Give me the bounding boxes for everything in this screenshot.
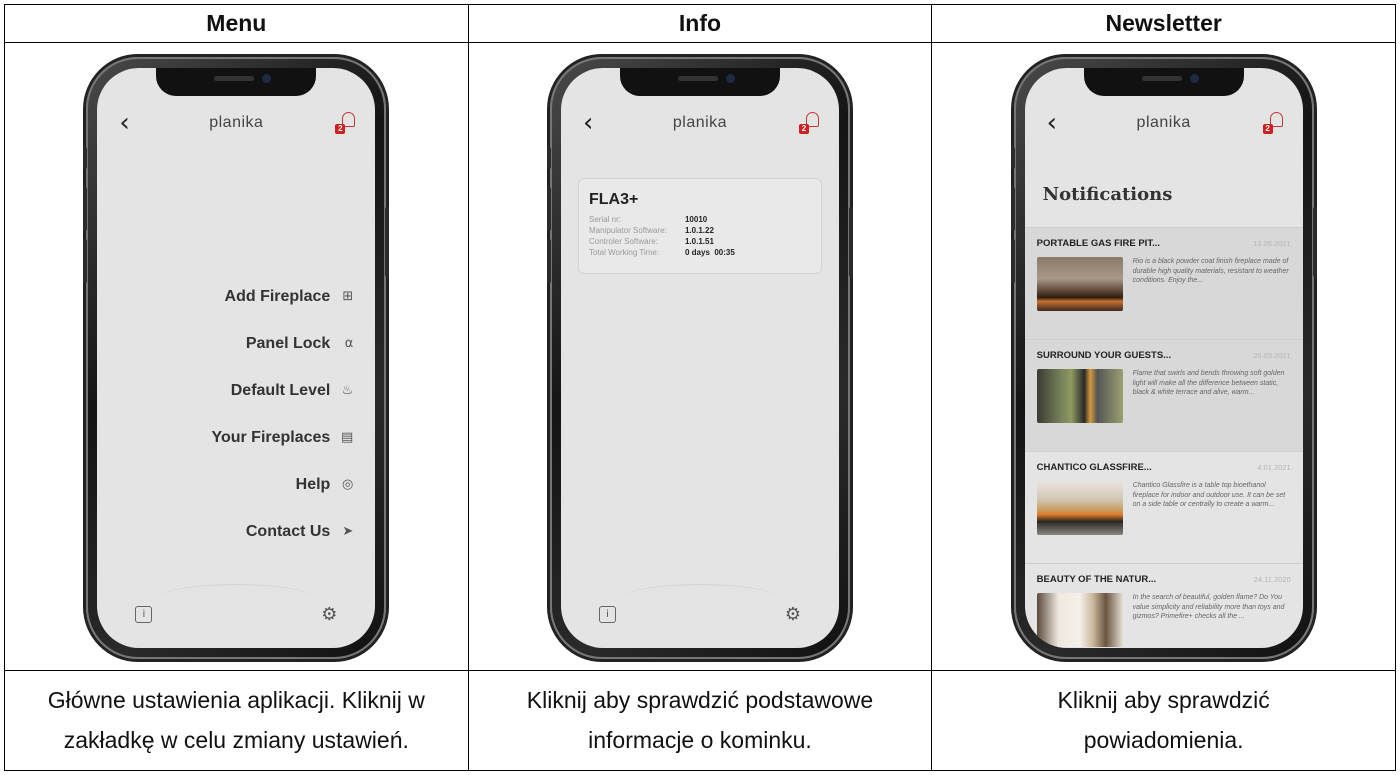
notification-title: SURROUND YOUR GUESTS... — [1036, 350, 1172, 362]
info-value: 0 days 00:35 — [684, 248, 735, 258]
notification-badge: 2 — [335, 124, 346, 135]
brand-logo: planika — [209, 114, 264, 132]
caption-line: Główne ustawienia aplikacji. Kliknij w — [47, 687, 425, 714]
notification-item[interactable]: SURROUND YOUR GUESTS... 20.03.2021 Flame … — [1024, 339, 1303, 452]
caption-info: Kliknij aby sprawdzić podstawowe informac… — [467, 669, 933, 772]
menu-item-label: Default Level — [230, 381, 331, 399]
fireplace-info-card: FLA3+ Serial nr: 10010 Manipulator Softwa… — [577, 178, 822, 275]
notification-date: 13.05.2021 — [1253, 239, 1291, 249]
brand-logo: planika — [1136, 114, 1191, 132]
bell-icon[interactable]: 2 — [335, 112, 356, 135]
notification-badge: 2 — [1262, 124, 1273, 135]
bell-icon[interactable]: 2 — [1262, 112, 1283, 135]
gear-icon[interactable]: ⚙ — [785, 604, 801, 625]
info-key: Controler Software: — [588, 237, 658, 247]
info-icon[interactable]: i — [135, 606, 153, 624]
flame-icon: ♨ — [341, 383, 354, 399]
menu-item-label: Your Fireplaces — [211, 428, 331, 446]
info-screenshot-cell: ‹ planika 2 FLA3+ Serial nr: 10010 Manipu… — [467, 42, 933, 671]
caption-line: powiadomienia. — [1083, 727, 1244, 754]
instructions-table: Menu Info Newsletter ‹ planika 2 Add Fir… — [4, 3, 1396, 772]
column-header-menu: Menu — [4, 3, 469, 44]
menu-item-help[interactable]: Help ◎ — [211, 461, 354, 508]
caption-line: Kliknij aby sprawdzić — [1057, 687, 1270, 714]
bottom-bar: i ⚙ — [97, 584, 375, 630]
info-row-controller: Controler Software: 1.0.1.51 — [589, 236, 811, 247]
caption-line: informacje o kominku. — [588, 727, 812, 754]
notification-date: 24.11.2020 — [1253, 575, 1291, 585]
menu-item-label: Add Fireplace — [224, 287, 331, 305]
top-bar: ‹ planika 2 — [1025, 110, 1303, 140]
notification-thumbnail — [1036, 593, 1123, 648]
notifications-title: Notifications — [1042, 184, 1173, 206]
menu-screen: ‹ planika 2 Add Fireplace ⊞ Panel Lock ⍺ D… — [97, 68, 376, 649]
gear-icon[interactable]: ⚙ — [321, 604, 337, 625]
caption-line: Kliknij aby sprawdzić podstawowe — [526, 687, 874, 714]
info-value: 1.0.1.51 — [684, 237, 714, 247]
info-row-serial: Serial nr: 10010 — [589, 214, 811, 225]
phone-frame: ‹ planika 2 Notifications PORTABLE GAS F… — [1010, 57, 1317, 660]
notification-excerpt: Chantico Glassfire is a table top bioeth… — [1132, 482, 1286, 509]
menu-item-add-fireplace[interactable]: Add Fireplace ⊞ — [211, 273, 354, 320]
info-value: 1.0.1.22 — [684, 226, 714, 236]
send-icon: ➤ — [342, 524, 354, 540]
info-screen: ‹ planika 2 FLA3+ Serial nr: 10010 Manipu… — [560, 68, 839, 649]
notification-thumbnail — [1036, 369, 1123, 424]
notification-item[interactable]: PORTABLE GAS FIRE PIT... 13.05.2021 Rio i… — [1024, 227, 1303, 340]
newsletter-screenshot-cell: ‹ planika 2 Notifications PORTABLE GAS F… — [931, 42, 1396, 671]
newsletter-screen: ‹ planika 2 Notifications PORTABLE GAS F… — [1024, 68, 1303, 649]
notification-badge: 2 — [798, 124, 809, 135]
notification-excerpt: Rio is a black powder coat finish firepl… — [1132, 258, 1289, 285]
notification-thumbnail — [1036, 257, 1123, 312]
bottom-bar: i ⚙ — [561, 584, 839, 630]
notification-title: BEAUTY OF THE NATUR... — [1036, 574, 1157, 586]
phone-notch — [619, 68, 780, 97]
menu-item-panel-lock[interactable]: Panel Lock ⍺ — [211, 320, 353, 367]
notification-item[interactable]: CHANTICO GLASSFIRE... 4.01.2021 Chantico … — [1024, 451, 1303, 563]
notification-title: PORTABLE GAS FIRE PIT... — [1036, 238, 1160, 250]
caption-menu: Główne ustawienia aplikacji. Kliknij w za… — [4, 669, 469, 772]
brand-logo: planika — [672, 114, 728, 132]
notification-excerpt: Flame that swirls and bends throwing sof… — [1132, 370, 1285, 397]
phone-frame: ‹ planika 2 FLA3+ Serial nr: 10010 Manipu… — [546, 57, 853, 660]
fireplace-model: FLA3+ — [588, 191, 639, 209]
caption-newsletter: Kliknij aby sprawdzić powiadomienia. — [931, 669, 1396, 772]
lock-icon: ⍺ — [344, 336, 354, 352]
notification-date: 20.03.2021 — [1253, 351, 1291, 361]
menu-item-default-level[interactable]: Default Level ♨ — [211, 367, 354, 414]
info-key: Total Working Time: — [588, 248, 660, 258]
menu-item-contact-us[interactable]: Contact Us ➤ — [211, 508, 353, 555]
notification-thumbnail — [1036, 481, 1123, 536]
lifebuoy-icon: ◎ — [341, 477, 354, 493]
notification-date: 4.01.2021 — [1257, 463, 1291, 473]
info-icon[interactable]: i — [598, 606, 616, 624]
menu-item-your-fireplaces[interactable]: Your Fireplaces ▤ — [211, 414, 353, 461]
column-header-newsletter: Newsletter — [931, 3, 1396, 44]
notifications-list: PORTABLE GAS FIRE PIT... 13.05.2021 Rio i… — [1024, 227, 1303, 648]
fireplace-icon: ▤ — [341, 430, 354, 446]
info-key: Manipulator Software: — [588, 226, 667, 236]
column-header-info: Info — [467, 3, 933, 44]
info-row-working-time: Total Working Time: 0 days 00:35 — [589, 247, 811, 258]
caption-line: zakładkę w celu zmiany ustawień. — [63, 727, 409, 754]
main-menu: Add Fireplace ⊞ Panel Lock ⍺ Default Level… — [211, 273, 353, 555]
phone-notch — [1083, 68, 1244, 97]
top-bar: ‹ planika 2 — [97, 110, 375, 140]
info-row-manipulator: Manipulator Software: 1.0.1.22 — [589, 225, 811, 236]
info-value: 10010 — [684, 215, 708, 225]
phone-notch — [156, 68, 317, 97]
notification-excerpt: In the search of beautiful, golden flame… — [1132, 594, 1285, 621]
notification-item[interactable]: BEAUTY OF THE NATUR... 24.11.2020 In the … — [1024, 563, 1303, 648]
menu-item-label: Panel Lock — [245, 334, 331, 352]
phone-frame: ‹ planika 2 Add Fireplace ⊞ Panel Lock ⍺ D… — [83, 57, 390, 660]
menu-screenshot-cell: ‹ planika 2 Add Fireplace ⊞ Panel Lock ⍺ D… — [4, 42, 469, 671]
bell-icon[interactable]: 2 — [798, 112, 819, 135]
notification-title: CHANTICO GLASSFIRE... — [1036, 462, 1152, 474]
info-key: Serial nr: — [588, 215, 621, 225]
plus-square-icon: ⊞ — [342, 289, 354, 305]
top-bar: ‹ planika 2 — [561, 110, 839, 140]
menu-item-label: Help — [295, 475, 331, 493]
menu-item-label: Contact Us — [245, 522, 331, 540]
